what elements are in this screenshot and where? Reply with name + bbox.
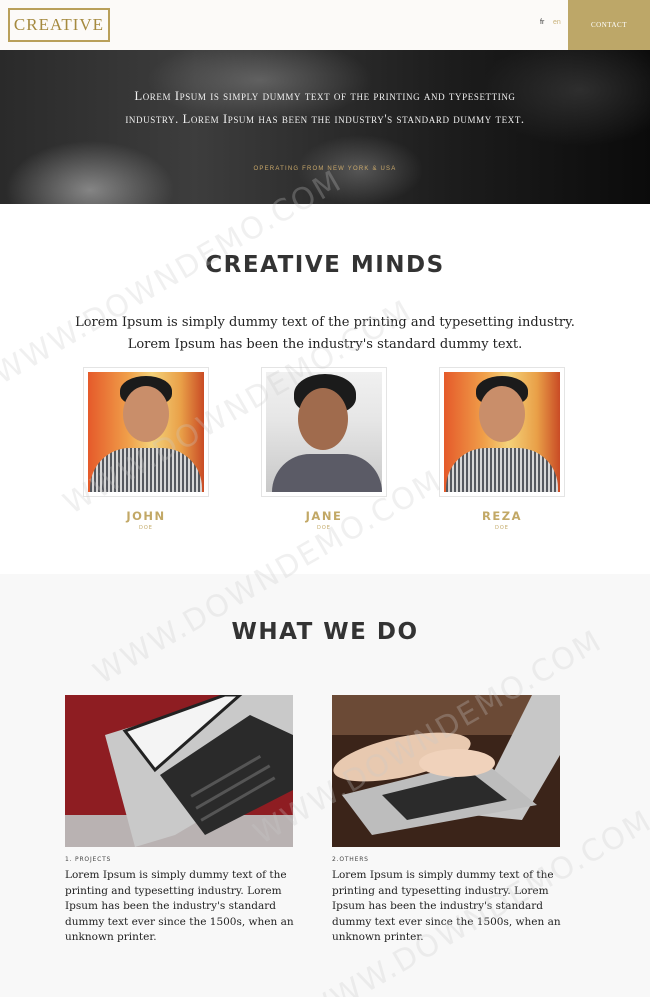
language-fr-link[interactable]: fr — [540, 19, 544, 26]
card-label: 2.OTHERS — [332, 856, 369, 863]
typing-image — [332, 695, 560, 847]
member-name: JOHN — [126, 509, 166, 523]
laptop-image — [65, 695, 293, 847]
service-card[interactable]: 1. PROJECTS Lorem Ipsum is simply dummy … — [65, 695, 295, 946]
member-role: DOE — [317, 525, 331, 531]
creative-minds-description: Lorem Ipsum is simply dummy text of the … — [75, 315, 575, 352]
member-photo-frame — [439, 367, 565, 497]
laptop-illustration — [65, 695, 293, 847]
member-name: REZA — [482, 509, 522, 523]
card-text: Lorem Ipsum is simply dummy text of the … — [332, 869, 561, 943]
hero-subtext: OPERATING FROM NEW YORK & USA — [253, 166, 397, 172]
card-label: 1. PROJECTS — [65, 856, 112, 863]
what-we-do-title: WHAT WE DO — [231, 619, 419, 645]
member-role: DOE — [495, 525, 509, 531]
site-header: CREATIVE fr en CONTACT — [0, 0, 650, 50]
team-member-card[interactable]: JOHN DOE — [83, 367, 213, 531]
card-text: Lorem Ipsum is simply dummy text of the … — [65, 869, 294, 943]
member-photo — [88, 372, 204, 492]
hero-banner: Lorem Ipsum is simply dummy text of the … — [0, 50, 650, 204]
contact-button[interactable]: CONTACT — [568, 0, 650, 50]
team-member-card[interactable]: REZA DOE — [439, 367, 569, 531]
service-card[interactable]: 2.OTHERS Lorem Ipsum is simply dummy tex… — [332, 695, 562, 946]
logo-text: CREATIVE — [13, 15, 105, 34]
member-photo — [266, 372, 382, 492]
team-member-card[interactable]: JANE DOE — [261, 367, 391, 531]
hero-text: Lorem Ipsum is simply dummy text of the … — [125, 89, 525, 126]
language-en-link[interactable]: en — [553, 19, 561, 26]
logo[interactable]: CREATIVE — [8, 8, 110, 42]
typing-illustration — [332, 695, 560, 847]
creative-minds-title: CREATIVE MINDS — [205, 252, 445, 278]
member-photo — [444, 372, 560, 492]
member-photo-frame — [261, 367, 387, 497]
member-name: JANE — [305, 509, 343, 523]
member-photo-frame — [83, 367, 209, 497]
member-role: DOE — [139, 525, 153, 531]
